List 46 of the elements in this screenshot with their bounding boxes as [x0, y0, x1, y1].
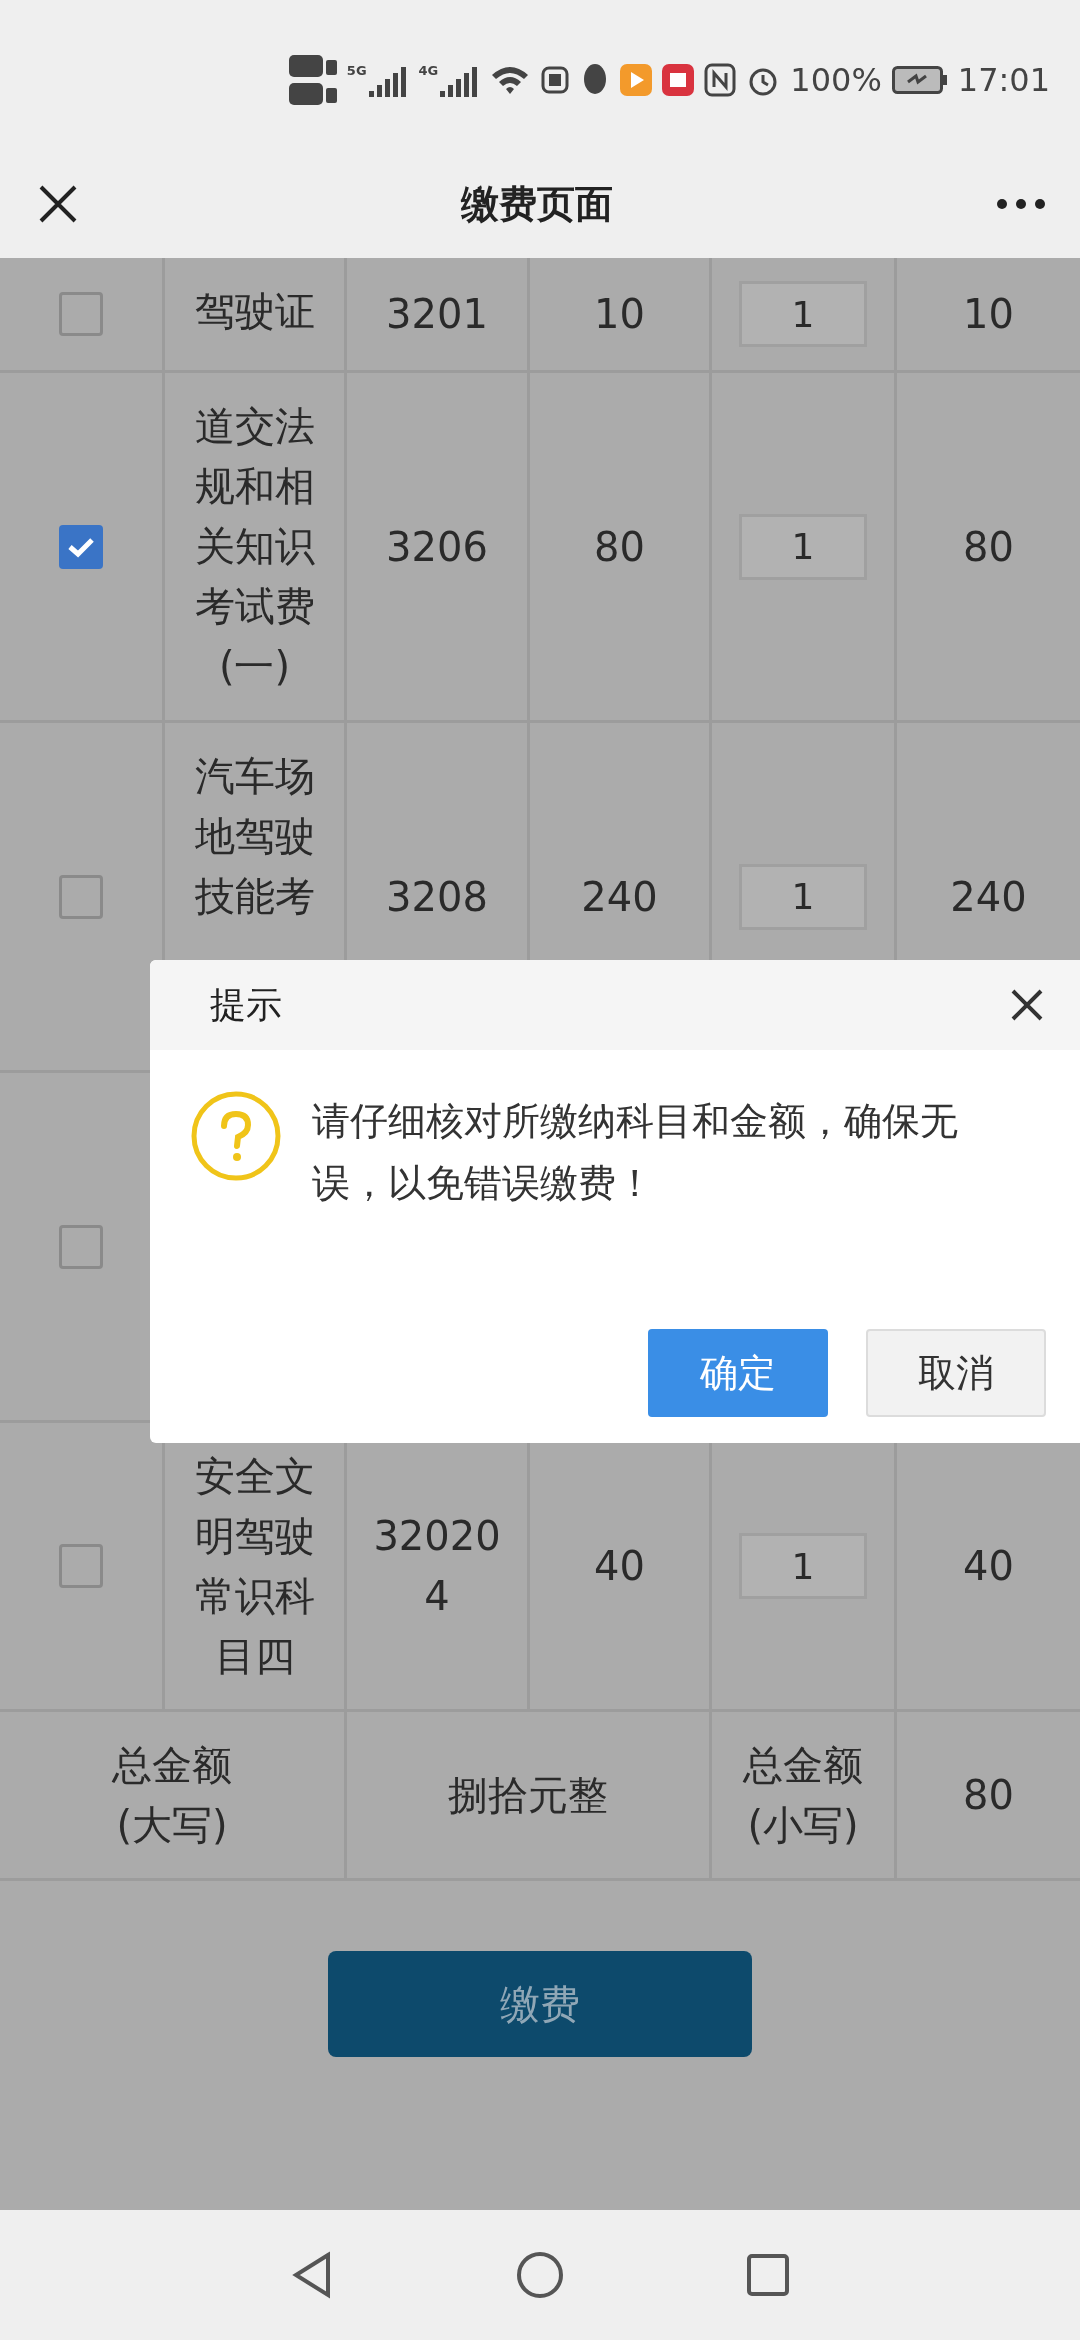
item-code: 3206 — [385, 522, 489, 572]
quantity-field[interactable]: 1 — [739, 1533, 867, 1599]
clock-time: 17:01 — [957, 61, 1050, 99]
quantity-field[interactable]: 1 — [739, 513, 867, 580]
total-in-words: 捌拾元整 — [448, 1771, 608, 1820]
unit-price: 80 — [594, 522, 645, 572]
network-label: 4G — [418, 63, 439, 78]
unit-price: 240 — [581, 872, 658, 922]
pay-button[interactable]: 缴费 — [328, 1951, 752, 2057]
play-app-icon — [620, 64, 653, 96]
quantity-field[interactable]: 1 — [739, 863, 867, 930]
total-label: 总金额(小写) — [742, 1741, 864, 1850]
confirm-button[interactable]: 确定 — [648, 1329, 828, 1417]
item-amount: 240 — [950, 872, 1027, 922]
total-amount: 80 — [963, 1771, 1014, 1820]
quantity-field[interactable]: 1 — [739, 281, 867, 347]
item-name: 安全文明驾驶常识科目四 — [193, 1452, 316, 1681]
battery-percent: 100% — [790, 61, 882, 99]
hd-icon — [288, 55, 337, 77]
checkbox[interactable] — [59, 292, 103, 336]
item-code: 3208 — [385, 872, 489, 922]
nfc-icon — [704, 63, 737, 97]
checkbox[interactable] — [59, 1224, 103, 1269]
item-amount: 10 — [963, 290, 1014, 339]
battery-icon — [891, 66, 948, 94]
unit-price: 40 — [594, 1542, 645, 1591]
item-amount: 40 — [963, 1542, 1014, 1591]
checkmark-icon — [67, 535, 95, 558]
total-label: 总金额(大写) — [111, 1741, 233, 1850]
dialog-title: 提示 — [210, 982, 282, 1027]
unit-price: 10 — [594, 290, 645, 339]
checkbox[interactable] — [59, 524, 103, 569]
question-icon — [190, 1090, 282, 1182]
item-name: 汽车场地驾驶技能考 — [193, 752, 316, 921]
item-code: 3201 — [385, 290, 489, 339]
checkbox[interactable] — [59, 1544, 103, 1588]
page-title: 缴费页面 — [461, 180, 613, 228]
item-name: 驾驶证 — [193, 287, 316, 336]
hd-icon — [288, 83, 337, 105]
item-amount: 80 — [963, 522, 1014, 572]
item-code: 320204 — [372, 1512, 502, 1621]
item-name: 道交法规和相关知识考试费(一) — [193, 402, 316, 691]
cancel-button[interactable]: 取消 — [866, 1329, 1046, 1417]
network-label: 5G — [346, 63, 367, 78]
checkbox[interactable] — [59, 874, 103, 919]
dialog-message: 请仔细核对所缴纳科目和金额，确保无误，以免错误缴费！ — [312, 1098, 959, 1207]
